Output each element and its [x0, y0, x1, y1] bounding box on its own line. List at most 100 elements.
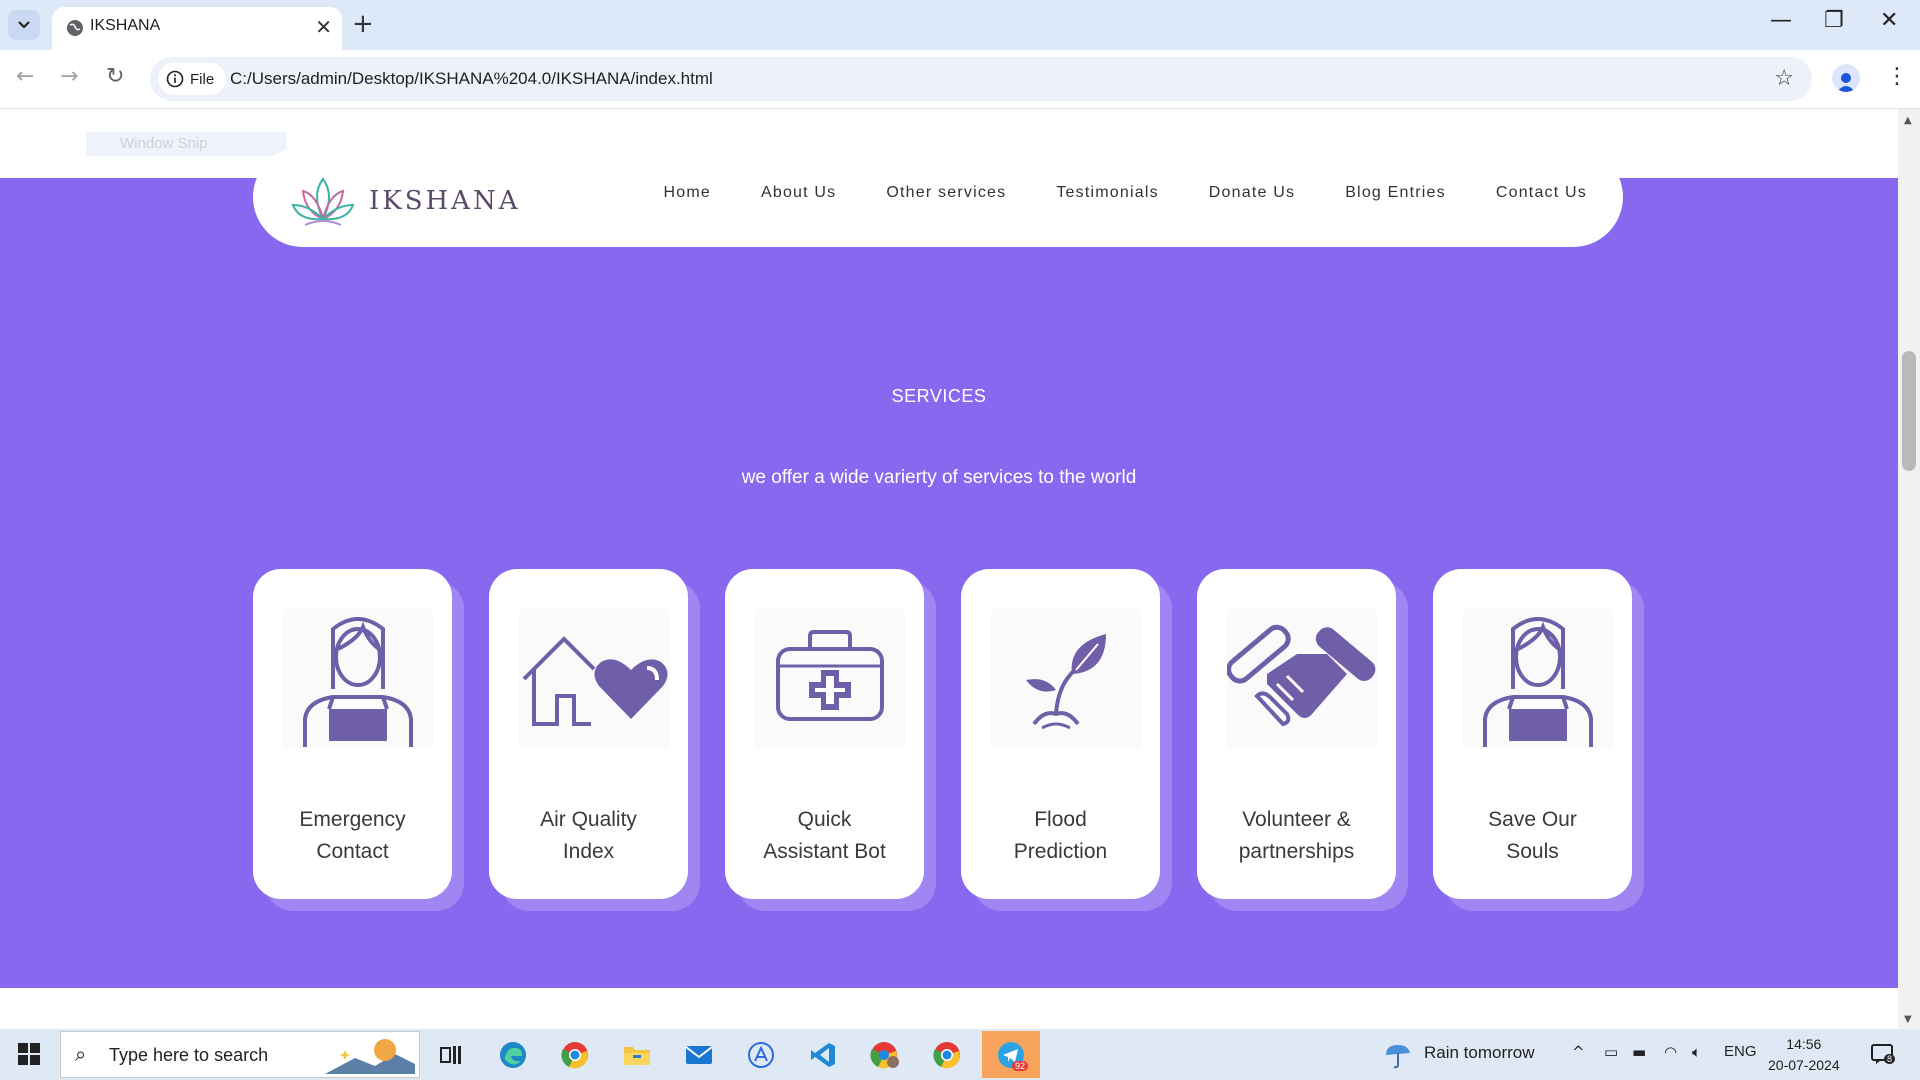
first-aid-kit-icon — [755, 609, 905, 749]
app-store-icon[interactable] — [744, 1038, 778, 1072]
taskbar-search-placeholder: Type here to search — [109, 1045, 269, 1065]
site-navbar: IKSHANA Home About Us Other services Tes… — [253, 147, 1623, 247]
volume-icon[interactable]: 🔈︎ — [1692, 1043, 1701, 1061]
meet-now-icon[interactable]: ▭ — [1604, 1043, 1618, 1061]
search-icon: ⌕ — [75, 1042, 87, 1066]
nav-contact-us[interactable]: Contact Us — [1496, 184, 1587, 202]
restore-icon[interactable]: ❐ — [1824, 8, 1844, 33]
browser-tab[interactable]: IKSHANA ✕ — [52, 7, 342, 50]
service-card-quick-assistant-bot[interactable]: Quick Assistant Bot — [725, 569, 936, 911]
site-info-chip[interactable]: File — [158, 63, 227, 95]
page-viewport: Window Snip SERVICES we offer a wide var… — [0, 109, 1898, 1029]
tab-search-button[interactable] — [8, 10, 40, 40]
nav-testimonials[interactable]: Testimonials — [1056, 184, 1158, 202]
card-label: Volunteer & partnerships — [1197, 804, 1396, 868]
card-label-line1: Save Our — [1488, 808, 1577, 831]
card-label-line1: Volunteer & — [1242, 808, 1351, 831]
sprout-icon — [991, 609, 1141, 749]
minimize-icon[interactable]: — — [1770, 8, 1792, 33]
card-label-line1: Emergency — [299, 808, 406, 831]
nav-blog-entries[interactable]: Blog Entries — [1345, 184, 1446, 202]
card-label-line2: partnerships — [1238, 840, 1355, 863]
scroll-thumb[interactable] — [1902, 351, 1916, 471]
card-label-line2: Prediction — [1013, 840, 1108, 863]
address-bar[interactable]: File C:/Users/admin/Desktop/IKSHANA%204.… — [150, 57, 1812, 101]
weather-text[interactable]: Rain tomorrow — [1424, 1043, 1535, 1063]
wifi-icon[interactable]: ◠ — [1664, 1043, 1677, 1061]
edge-icon[interactable] — [496, 1038, 530, 1072]
card-label-line2: Contact — [316, 840, 389, 863]
notification-icon[interactable]: 8 — [1870, 1042, 1896, 1070]
task-view-icon[interactable] — [434, 1038, 468, 1072]
windows-taskbar: ⌕ Type here to search 92 Rain tomorrow ^… — [0, 1029, 1920, 1080]
page-scrollbar[interactable]: ▲ ▼ — [1898, 109, 1920, 1029]
notification-count: 8 — [1884, 1054, 1896, 1064]
url-text[interactable]: C:/Users/admin/Desktop/IKSHANA%204.0/IKS… — [230, 69, 713, 89]
mail-icon[interactable] — [682, 1038, 716, 1072]
card-label-line1: Quick — [797, 808, 852, 831]
nav-other-services[interactable]: Other services — [886, 184, 1006, 202]
card-label: Air Quality Index — [489, 804, 688, 868]
chrome-profile-icon[interactable] — [868, 1038, 902, 1072]
chevron-up-icon[interactable]: ^ — [1572, 1043, 1585, 1061]
telegram-icon[interactable]: 92 — [982, 1031, 1040, 1078]
service-card-emergency-contact[interactable]: Emergency Contact — [253, 569, 464, 911]
taskbar-search[interactable]: ⌕ Type here to search — [60, 1031, 420, 1078]
handshake-icon — [1227, 609, 1377, 749]
card-label: Emergency Contact — [253, 804, 452, 868]
nav-home[interactable]: Home — [663, 184, 710, 202]
chrome-active-icon[interactable] — [930, 1038, 964, 1072]
house-heart-icon — [519, 609, 669, 749]
chip-label: File — [190, 70, 215, 88]
vscode-icon[interactable] — [806, 1038, 840, 1072]
battery-icon[interactable]: ▬ — [1632, 1043, 1646, 1061]
card-label-line2: Index — [562, 840, 615, 863]
card-body: Air Quality Index — [489, 569, 688, 899]
search-highlight-icon — [325, 1039, 415, 1074]
more-menu-icon[interactable]: ⋮ — [1886, 64, 1908, 89]
main-menu: Home About Us Other services Testimonial… — [663, 184, 1587, 202]
clock-date: 20-07-2024 — [1768, 1057, 1840, 1073]
services-title: SERVICES — [891, 386, 987, 406]
card-label: Save Our Souls — [1433, 804, 1632, 868]
card-label: Quick Assistant Bot — [725, 804, 924, 868]
profile-avatar[interactable] — [1832, 64, 1860, 92]
tab-close-icon[interactable]: ✕ — [315, 15, 332, 39]
card-label-line2: Assistant Bot — [763, 840, 886, 863]
nav-about-us[interactable]: About Us — [761, 184, 836, 202]
browser-toolbar: ← → ↻ File C:/Users/admin/Desktop/IKSHAN… — [0, 50, 1920, 109]
service-card-flood-prediction[interactable]: Flood Prediction — [961, 569, 1172, 911]
chrome-icon[interactable] — [558, 1038, 592, 1072]
forward-icon[interactable]: → — [60, 64, 78, 89]
window-snip-overlay: Window Snip — [86, 132, 286, 156]
service-card-air-quality-index[interactable]: Air Quality Index — [489, 569, 700, 911]
woman-icon — [283, 609, 433, 749]
info-icon — [166, 70, 184, 88]
reload-icon[interactable]: ↻ — [106, 64, 124, 89]
window-close-icon[interactable]: ✕ — [1880, 8, 1898, 33]
language-indicator[interactable]: ENG — [1724, 1043, 1757, 1060]
scroll-up-icon[interactable]: ▲ — [1904, 115, 1912, 126]
new-tab-button[interactable]: + — [352, 10, 374, 38]
card-label-line1: Air Quality — [540, 808, 637, 831]
card-label-line2: Souls — [1506, 840, 1559, 863]
card-body: Volunteer & partnerships — [1197, 569, 1396, 899]
taskbar-clock[interactable]: 14:56 20-07-2024 — [1768, 1034, 1840, 1076]
card-label-line1: Flood — [1034, 808, 1087, 831]
service-card-save-our-souls[interactable]: Save Our Souls — [1433, 569, 1644, 911]
site-logo[interactable]: IKSHANA — [291, 175, 520, 227]
service-card-volunteer-partnerships[interactable]: Volunteer & partnerships — [1197, 569, 1408, 911]
windows-start-icon[interactable] — [18, 1043, 40, 1065]
lotus-icon — [291, 177, 355, 226]
weather-rain-icon — [1386, 1045, 1410, 1069]
clock-time: 14:56 — [1786, 1036, 1822, 1052]
card-body: Emergency Contact — [253, 569, 452, 899]
woman-icon — [1463, 609, 1613, 749]
back-icon[interactable]: ← — [16, 64, 34, 89]
card-body: Flood Prediction — [961, 569, 1160, 899]
file-explorer-icon[interactable] — [620, 1038, 654, 1072]
bookmark-star-icon[interactable]: ☆ — [1774, 66, 1794, 91]
scroll-down-icon[interactable]: ▼ — [1904, 1014, 1912, 1025]
logo-text: IKSHANA — [369, 186, 521, 216]
nav-donate-us[interactable]: Donate Us — [1209, 184, 1295, 202]
